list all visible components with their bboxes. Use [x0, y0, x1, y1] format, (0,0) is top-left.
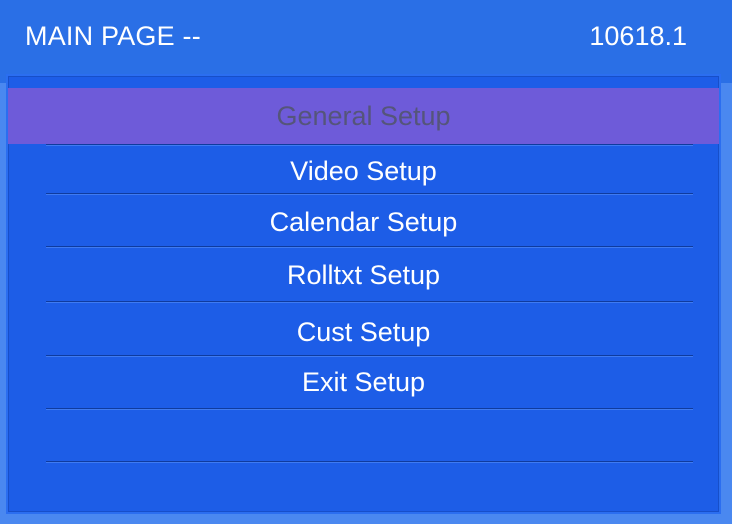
menu-separator	[46, 408, 693, 409]
title-bar: MAIN PAGE -- 10618.1	[0, 0, 732, 83]
menu-item-exit-setup[interactable]: Exit Setup	[8, 366, 719, 398]
menu-item-calendar-setup[interactable]: Calendar Setup	[8, 206, 719, 238]
menu-item-general-setup[interactable]: General Setup	[8, 88, 719, 144]
menu-item-rolltxt-setup[interactable]: Rolltxt Setup	[8, 259, 719, 291]
menu-item-video-setup[interactable]: Video Setup	[8, 155, 719, 187]
main-menu: General Setup Video Setup Calendar Setup…	[8, 76, 719, 512]
menu-separator	[46, 355, 693, 356]
menu-item-cust-setup[interactable]: Cust Setup	[8, 316, 719, 348]
page-title: MAIN PAGE --	[25, 21, 201, 51]
menu-separator	[46, 301, 693, 302]
version-number: 10618.1	[589, 21, 687, 51]
menu-panel: General Setup Video Setup Calendar Setup…	[6, 74, 721, 514]
menu-separator	[46, 246, 693, 247]
menu-separator	[46, 144, 693, 145]
menu-separator	[46, 461, 693, 462]
menu-separator	[46, 193, 693, 194]
